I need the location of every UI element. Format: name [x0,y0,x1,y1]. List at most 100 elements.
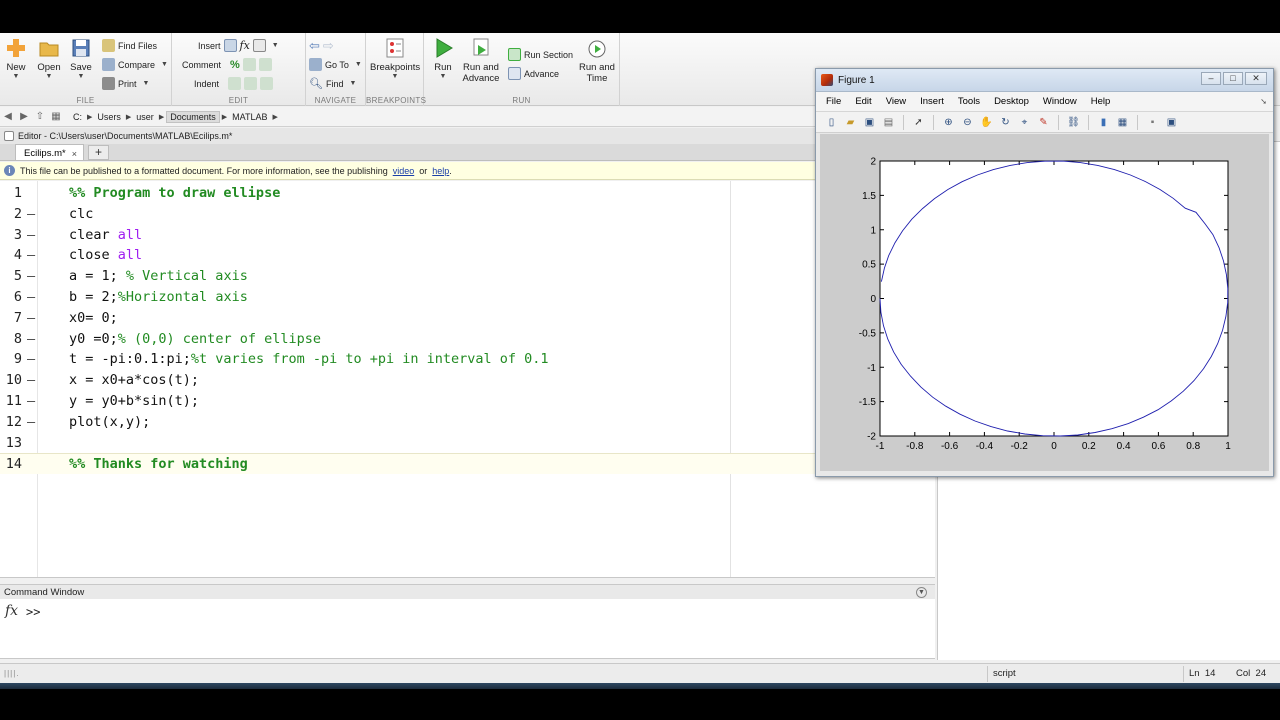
breakpoint-marker[interactable]: — [27,225,35,246]
breadcrumb-matlab[interactable]: MATLAB [229,112,270,122]
code-line[interactable]: 3 — clear all [0,225,918,246]
forward-arrow-icon[interactable]: ⇨ [323,38,334,54]
rotate-3d-icon[interactable]: ↻ [998,115,1013,130]
chevron-down-icon[interactable]: ▼ [916,587,927,598]
find-button[interactable]: 🔍︎ Find ▼ [309,75,356,92]
function-browser-icon[interactable]: fx [5,603,18,619]
menu-window[interactable]: Window [1043,96,1084,107]
breakpoint-marker[interactable]: — [27,287,35,308]
find-files-button[interactable]: Find Files [102,37,157,54]
menu-help[interactable]: Help [1091,96,1118,107]
code-line[interactable]: 8 — y0 =0;% (0,0) center of ellipse [0,329,918,350]
run-and-advance-button[interactable]: Run and Advance [462,37,500,84]
save-button[interactable]: Save ▼ [68,37,94,81]
print-button[interactable]: Print ▼ [102,75,149,92]
smart-indent-icon[interactable] [228,77,242,90]
edit-plot-icon[interactable]: ➚ [911,115,926,130]
back-arrow-icon[interactable]: ⇦ [309,38,320,54]
menu-insert[interactable]: Insert [920,96,951,107]
code-line[interactable]: 7 — x0= 0; [0,308,918,329]
tab-ecilips[interactable]: Ecilips.m* × [15,144,84,160]
close-icon[interactable]: ✕ [1245,72,1267,85]
new-button[interactable]: New ▼ [4,37,28,81]
new-figure-icon[interactable]: ▯ [824,115,839,130]
decrease-indent-icon[interactable] [260,77,274,90]
run-section-button[interactable]: Run Section [508,46,573,63]
back-forward-buttons[interactable]: ⇦ ⇨ [309,37,334,54]
code-line[interactable]: 6 — b = 2;%Horizontal axis [0,287,918,308]
breadcrumb-documents[interactable]: Documents [166,110,220,123]
pan-icon[interactable]: ✋ [979,115,994,130]
forward-icon[interactable]: ▶ [16,111,32,122]
colorbar-icon[interactable]: ▮ [1096,115,1111,130]
code-line[interactable]: 14 %% Thanks for watching [0,453,918,475]
link-plot-icon[interactable]: ⛓ [1066,115,1081,130]
breakpoint-marker[interactable]: — [27,245,35,266]
code-editor[interactable]: 1 %% Program to draw ellipse 2 — clc 3 — clear … [0,181,935,578]
breakpoint-marker[interactable]: — [27,308,35,329]
save-figure-icon[interactable]: ▣ [862,115,877,130]
zoom-in-icon[interactable]: ⊕ [941,115,956,130]
breadcrumb-c[interactable]: C: [70,112,85,122]
back-icon[interactable]: ◀ [0,111,16,122]
code-line[interactable]: 1 %% Program to draw ellipse [0,183,918,204]
code-line[interactable]: 10 — x = x0+a*cos(t); [0,370,918,391]
code-line[interactable]: 4 — close all [0,245,918,266]
code-line[interactable]: 13 [0,433,918,454]
goto-button[interactable]: Go To ▼ [309,56,362,73]
open-file-icon[interactable]: ▰ [843,115,858,130]
open-button[interactable]: Open ▼ [36,37,62,81]
command-window[interactable]: fx >> [0,599,935,659]
new-tab-button[interactable]: + [87,145,109,160]
menu-edit[interactable]: Edit [855,96,878,107]
code-line[interactable]: 9 — t = -pi:0.1:pi;%t varies from -pi to +… [0,349,918,370]
menu-desktop[interactable]: Desktop [994,96,1036,107]
wrap-comments-icon[interactable] [258,58,272,71]
menu-tools[interactable]: Tools [958,96,987,107]
insert-other-icon[interactable] [252,39,266,52]
hide-plot-tools-icon[interactable]: ▪ [1145,115,1160,130]
breakpoint-marker[interactable]: — [27,349,35,370]
zoom-out-icon[interactable]: ⊖ [960,115,975,130]
comment-percent-icon[interactable]: % [230,59,240,71]
insert-button[interactable]: Insert fx ▼ [198,37,279,54]
code-line[interactable]: 11 — y = y0+b*sin(t); [0,391,918,412]
code-line[interactable]: 12 — plot(x,y); [0,412,918,433]
browse-folder-icon[interactable]: ▦ [48,111,64,122]
breakpoint-marker[interactable]: — [27,412,35,433]
brush-icon[interactable]: ✎ [1036,115,1051,130]
menu-view[interactable]: View [886,96,913,107]
breadcrumb-user[interactable]: user [133,112,157,122]
breakpoint-marker[interactable]: — [27,204,35,225]
run-button[interactable]: Run ▼ [430,37,456,81]
figure-window[interactable]: Figure 1 – □ ✕ File Edit View Insert Too… [815,68,1274,477]
breakpoint-marker[interactable]: — [27,370,35,391]
ellipse-plot[interactable]: -1 -0.8 -0.6 -0.4 -0.2 0 0.2 0.4 0.6 0.8 1 -2 -1.5 -1… [820,134,1269,471]
show-plot-tools-icon[interactable]: ▣ [1164,115,1179,130]
code-line[interactable]: 2 — clc [0,204,918,225]
breakpoint-marker[interactable]: — [27,391,35,412]
uncomment-icon[interactable] [242,58,256,71]
menu-file[interactable]: File [826,96,848,107]
advance-button[interactable]: Advance [508,65,559,82]
maximize-icon[interactable]: □ [1223,72,1243,85]
data-cursor-icon[interactable]: ⌖ [1017,115,1032,130]
compare-button[interactable]: Compare ▼ [102,56,168,73]
dock-arrow-icon[interactable]: ➘ [1260,97,1267,106]
code-line[interactable]: 5 — a = 1; % Vertical axis [0,266,918,287]
comment-button[interactable]: Comment % [182,56,272,73]
breakpoints-button[interactable]: Breakpoints ▼ [370,37,420,81]
up-folder-icon[interactable]: ⇧ [32,111,48,122]
legend-icon[interactable]: ▦ [1115,115,1130,130]
minimize-icon[interactable]: – [1201,72,1221,85]
print-figure-icon[interactable]: ▤ [881,115,896,130]
breakpoint-marker[interactable]: — [27,329,35,350]
help-link[interactable]: help [432,166,449,176]
video-link[interactable]: video [393,166,415,176]
run-and-time-button[interactable]: Run and Time [578,37,616,84]
indent-button[interactable]: Indent [194,75,274,92]
increase-indent-icon[interactable] [244,77,258,90]
close-icon[interactable]: × [72,149,77,159]
breadcrumb-users[interactable]: Users [94,112,124,122]
insert-function-icon[interactable]: fx [240,39,250,52]
